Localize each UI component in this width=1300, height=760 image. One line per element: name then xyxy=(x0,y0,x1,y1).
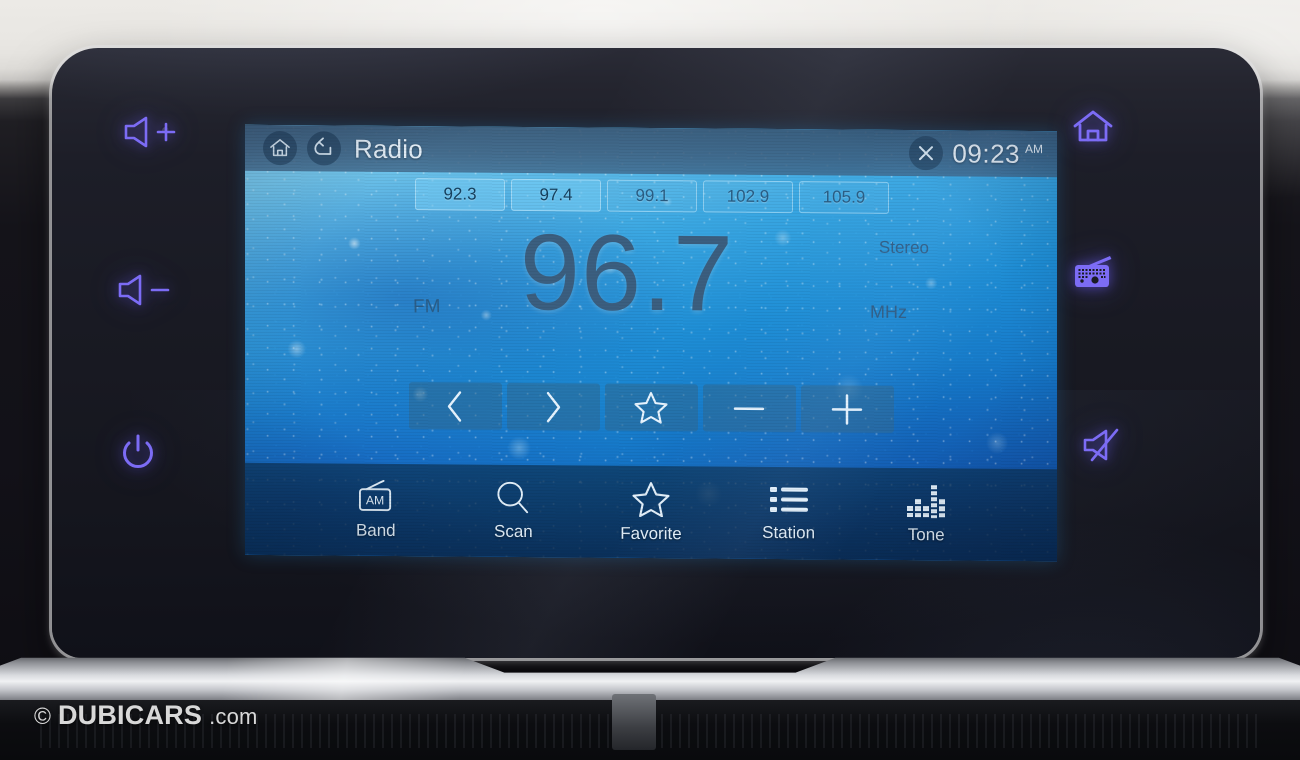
svg-text:AM: AM xyxy=(366,493,384,507)
clock-time: 09:23 xyxy=(952,137,1020,169)
list-icon xyxy=(769,483,809,515)
bottom-navigation-bar: AM Band Scan Favorite Station Tone xyxy=(245,462,1057,562)
preset-button-2[interactable]: 97.4 xyxy=(511,178,601,212)
stereo-indicator: Stereo xyxy=(878,237,929,258)
home-hardkey-button[interactable] xyxy=(1062,104,1124,150)
seek-up-button[interactable] xyxy=(506,382,600,431)
nav-label-tone: Tone xyxy=(907,524,945,544)
watermark-tld: .com xyxy=(209,704,258,729)
preset-button-3[interactable]: 99.1 xyxy=(607,179,697,213)
equalizer-icon xyxy=(906,484,946,518)
am-radio-icon: AM xyxy=(354,479,398,513)
save-favorite-button[interactable] xyxy=(604,383,698,432)
tune-up-button[interactable] xyxy=(800,385,894,433)
mute-button[interactable] xyxy=(1072,422,1134,468)
nav-label-favorite: Favorite xyxy=(620,523,682,543)
watermark-copyright: © xyxy=(34,703,51,729)
nav-item-scan[interactable]: Scan xyxy=(455,480,571,542)
photo-scene: Radio 09:23 AM 92.3 97.4 99.1 102.9 105.… xyxy=(0,0,1300,760)
nav-item-station[interactable]: Station xyxy=(731,483,847,543)
preset-button-5[interactable]: 105.9 xyxy=(799,181,889,214)
preset-button-1[interactable]: 92.3 xyxy=(415,178,505,211)
watermark-brand: DUBICARS xyxy=(57,700,203,730)
star-icon xyxy=(631,480,671,517)
touchscreen-display[interactable]: Radio 09:23 AM 92.3 97.4 99.1 102.9 105.… xyxy=(245,124,1057,562)
clock-ampm: AM xyxy=(1025,141,1043,157)
frequency-value: 96.7 xyxy=(519,210,735,334)
search-icon xyxy=(494,480,532,514)
title-bar: Radio 09:23 AM xyxy=(245,124,1057,178)
volume-up-button[interactable] xyxy=(118,110,184,154)
nav-label-band: Band xyxy=(355,520,396,540)
volume-down-button[interactable] xyxy=(112,268,178,312)
preset-buttons-row: 92.3 97.4 99.1 102.9 105.9 xyxy=(415,178,889,214)
tuner-controls-row xyxy=(245,381,1057,434)
watermark: © DUBICARS .com xyxy=(34,700,258,731)
back-arrow-icon[interactable] xyxy=(307,131,341,166)
power-button[interactable] xyxy=(108,430,168,476)
frequency-display: FM 96.7 Stereo MHz xyxy=(245,211,1057,357)
vent-center-tab xyxy=(612,694,656,750)
nav-item-tone[interactable]: Tone xyxy=(868,483,984,545)
nav-item-band[interactable]: AM Band xyxy=(318,479,434,541)
frequency-unit: MHz xyxy=(870,301,907,323)
nav-item-favorite[interactable]: Favorite xyxy=(593,480,709,544)
tune-down-button[interactable] xyxy=(702,384,796,433)
page-title: Radio xyxy=(354,133,423,164)
status-clock-area: 09:23 AM xyxy=(909,136,1043,171)
preset-button-4[interactable]: 102.9 xyxy=(703,180,793,214)
nav-label-station: Station xyxy=(762,522,816,542)
seek-down-button[interactable] xyxy=(408,382,502,430)
radio-hardkey-button[interactable] xyxy=(1062,250,1124,298)
nav-label-scan: Scan xyxy=(494,521,533,541)
close-x-icon[interactable] xyxy=(909,136,944,171)
home-icon[interactable] xyxy=(263,130,297,166)
